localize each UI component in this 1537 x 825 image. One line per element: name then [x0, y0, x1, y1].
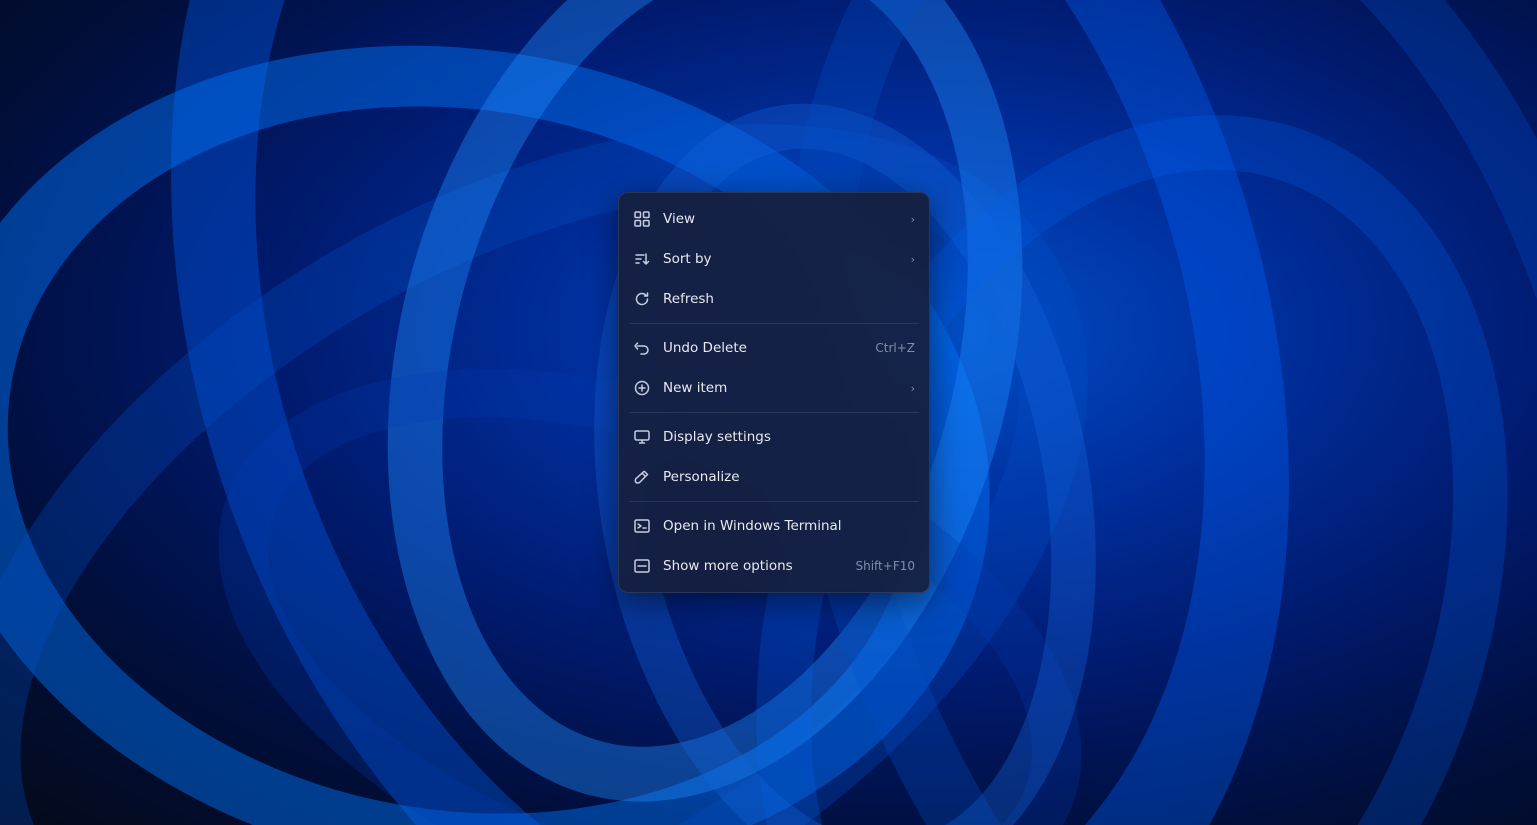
grid-icon: [633, 210, 651, 228]
sort-icon: [633, 250, 651, 268]
context-menu-item-sort-by[interactable]: Sort by ›: [619, 239, 929, 279]
context-menu-item-view[interactable]: View ›: [619, 199, 929, 239]
undo-delete-label: Undo Delete: [663, 340, 863, 356]
chevron-right-icon: ›: [911, 382, 915, 395]
plus-circle-icon: [633, 379, 651, 397]
show-more-label: Show more options: [663, 558, 843, 574]
chevron-right-icon: ›: [911, 213, 915, 226]
context-menu-item-personalize[interactable]: Personalize: [619, 457, 929, 497]
divider-2: [629, 412, 919, 413]
context-menu-item-show-more[interactable]: Show more options Shift+F10: [619, 546, 929, 586]
undo-icon: [633, 339, 651, 357]
personalize-label: Personalize: [663, 469, 915, 485]
terminal-icon: [633, 517, 651, 535]
brush-icon: [633, 468, 651, 486]
divider-3: [629, 501, 919, 502]
context-menu-item-undo-delete[interactable]: Undo Delete Ctrl+Z: [619, 328, 929, 368]
new-item-label: New item: [663, 380, 899, 396]
show-more-shortcut: Shift+F10: [855, 559, 915, 573]
context-menu-item-display-settings[interactable]: Display settings: [619, 417, 929, 457]
open-terminal-label: Open in Windows Terminal: [663, 518, 915, 534]
context-menu: View › Sort by › Refresh: [618, 192, 930, 593]
refresh-label: Refresh: [663, 291, 915, 307]
divider-1: [629, 323, 919, 324]
view-label: View: [663, 211, 899, 227]
undo-delete-shortcut: Ctrl+Z: [875, 341, 915, 355]
chevron-right-icon: ›: [911, 253, 915, 266]
sort-by-label: Sort by: [663, 251, 899, 267]
context-menu-item-open-terminal[interactable]: Open in Windows Terminal: [619, 506, 929, 546]
display-icon: [633, 428, 651, 446]
more-icon: [633, 557, 651, 575]
refresh-icon: [633, 290, 651, 308]
context-menu-item-refresh[interactable]: Refresh: [619, 279, 929, 319]
display-settings-label: Display settings: [663, 429, 915, 445]
context-menu-item-new-item[interactable]: New item ›: [619, 368, 929, 408]
